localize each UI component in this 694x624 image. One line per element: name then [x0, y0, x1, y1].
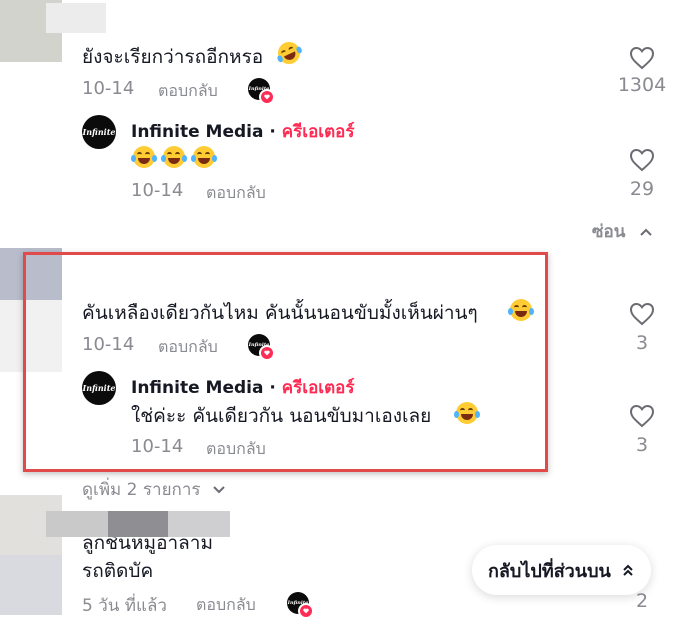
creator-avatar[interactable]: Infinite: [82, 115, 116, 149]
like-count: 29: [629, 178, 655, 200]
like-heart-icon[interactable]: [629, 46, 655, 70]
blurred-username: [108, 511, 168, 537]
tears-of-joy-icon: [161, 146, 187, 168]
reply-button[interactable]: ตอบกลับ: [196, 593, 256, 618]
chevron-up-icon: [640, 228, 653, 236]
reply-author[interactable]: Infinite Media · ครีเอเตอร์: [131, 118, 354, 145]
like-heart-icon[interactable]: [629, 148, 655, 172]
reply-date: 10-14: [131, 180, 184, 201]
creator-badge: ครีเอเตอร์: [281, 122, 355, 142]
like-count: 3: [635, 434, 649, 456]
reply-button[interactable]: ตอบกลับ: [158, 79, 218, 104]
back-to-top-button[interactable]: กลับไปที่ส่วนบน: [472, 545, 651, 595]
laughing-emoji-row: [131, 146, 221, 168]
comment-text: ยังจะเรียกว่ารถอีกหรอ: [82, 46, 264, 68]
chevron-down-icon: [213, 486, 225, 494]
comment-date: 10-14: [82, 78, 135, 99]
blurred-avatar-lower: [0, 555, 62, 615]
comment-text-line2: รถติดบัค: [82, 560, 154, 582]
creator-liked-heart-icon: [259, 89, 275, 105]
blurred-username: [46, 511, 108, 537]
blurred-username: [168, 511, 230, 537]
reply-button[interactable]: ตอบกลับ: [206, 181, 266, 206]
double-chevron-up-icon: [623, 564, 633, 576]
blurred-username: [46, 3, 106, 33]
creator-liked-heart-icon: [298, 603, 314, 619]
rofl-emoji: [274, 38, 304, 68]
see-more-replies-button[interactable]: ดูเพิ่ม 2 รายการ: [82, 476, 226, 503]
comment-date: 5 วัน ที่แล้ว: [82, 596, 167, 616]
tears-of-joy-icon: [191, 146, 217, 168]
highlight-box: [23, 252, 548, 472]
like-count: 1304: [617, 74, 667, 96]
hide-replies-button[interactable]: ซ่อน: [592, 218, 653, 245]
like-heart-icon[interactable]: [629, 302, 655, 326]
like-heart-icon[interactable]: [629, 404, 655, 428]
tears-of-joy-icon: [131, 146, 157, 168]
like-count: 3: [635, 332, 649, 354]
